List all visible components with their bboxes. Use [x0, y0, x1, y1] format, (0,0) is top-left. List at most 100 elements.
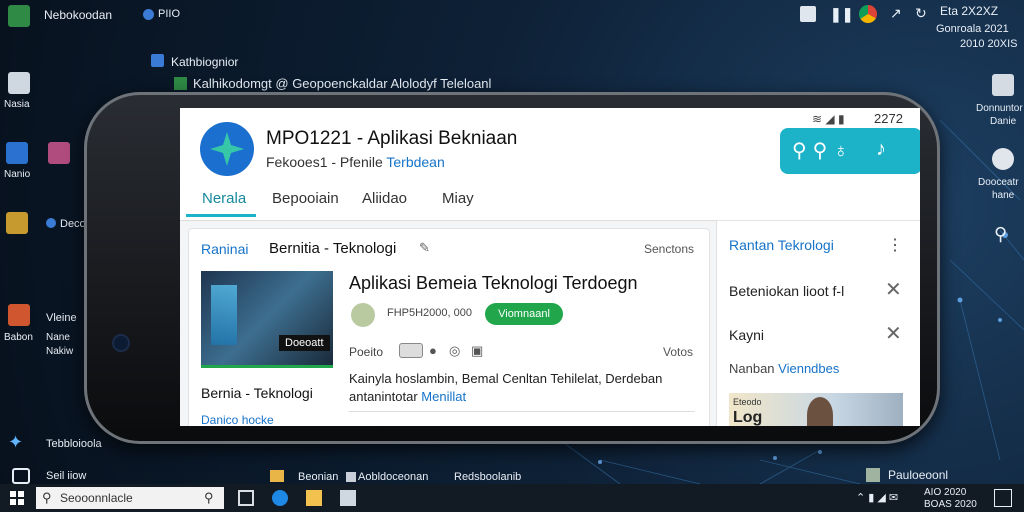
taskbar: ⚲ Seooonnlacle ⚲ ⌃ ▮ ◢ ✉ AIO 2020 BOAS 2…	[0, 484, 1024, 512]
desktop-icon-label: Danie	[990, 116, 1017, 127]
desktop-label: Aobldoceonan	[358, 471, 429, 483]
taskbar-search[interactable]: ⚲ Seooonnlacle ⚲	[36, 487, 224, 509]
desktop-icon-label: Vleine	[46, 312, 77, 324]
window-icon	[151, 54, 164, 67]
doc-icon[interactable]	[8, 72, 30, 94]
desktop-label: Nebokoodan	[44, 8, 113, 22]
thumb-label: Eteodo	[733, 397, 762, 407]
votes-label[interactable]: Votos	[663, 345, 693, 359]
side-item[interactable]: Beteniokan lioot f-l	[729, 283, 844, 299]
subtitle-link[interactable]: Terbdean	[386, 154, 444, 170]
edge-icon[interactable]	[272, 490, 288, 506]
share-icon[interactable]: ◎	[449, 343, 460, 359]
status-icons: ≋ ◢ ▮	[812, 112, 845, 126]
search-go-icon[interactable]: ⚲	[204, 490, 214, 506]
status-badge[interactable]: Viomnaanl	[485, 303, 563, 325]
edit-icon[interactable]: ✎	[419, 240, 430, 256]
video-thumbnail[interactable]: Eteodo Log	[729, 393, 903, 426]
thumb-label-large: Log	[733, 409, 763, 426]
desktop-icon-label: Donnuntor	[976, 103, 1023, 114]
tray-date: BOAS 2020	[924, 499, 977, 510]
window-icon-green	[174, 77, 187, 90]
bookmark-icon[interactable]: ▣	[471, 343, 483, 359]
archive-icon[interactable]	[6, 212, 28, 234]
side-panel: Rantan Tekrologi ⋮ Beteniokan lioot f-l …	[716, 220, 920, 426]
desktop-icon-label: Seil iiow	[46, 470, 87, 482]
status-time: 2272	[874, 111, 903, 126]
person-image	[807, 397, 833, 426]
side-panel-title[interactable]: Rantan Tekrologi	[729, 237, 834, 253]
tab-4[interactable]: Miay	[442, 190, 474, 207]
close-icon[interactable]: ✕	[885, 321, 902, 346]
side-item[interactable]: Kayni	[729, 327, 764, 343]
app-title: MPO1221 - Aplikasi Bekniaan	[266, 128, 518, 149]
chat-icon[interactable]	[12, 468, 30, 484]
share-icon[interactable]: ↻	[915, 5, 927, 22]
bell-icon[interactable]: ♪	[876, 138, 886, 161]
tray-icons[interactable]: ⌃ ▮ ◢ ✉	[856, 491, 898, 504]
windows-start-icon[interactable]	[10, 491, 24, 505]
section-label[interactable]: Raninai	[201, 241, 248, 257]
article-description: Kainyla hoslambin, Bemal Cenltan Tehilel…	[349, 371, 663, 386]
read-more-link[interactable]: Menillat	[421, 389, 466, 404]
folder-icon[interactable]	[270, 470, 284, 482]
folder-app-icon[interactable]	[48, 142, 70, 164]
thumb-light	[211, 285, 237, 345]
desktop-small-label: PIIO	[158, 8, 181, 20]
bottom-card-title[interactable]: Bernia - Teknologi	[201, 385, 313, 401]
desktop-icon-label: Tebbloioola	[46, 438, 102, 450]
article-title[interactable]: Aplikasi Bemeia Teknologi Terdoegn	[349, 273, 638, 294]
package-icon[interactable]	[8, 304, 30, 326]
app-logo	[200, 122, 254, 176]
s-app-icon[interactable]	[6, 142, 28, 164]
window-subtitle[interactable]: Kalhikodomgt @ Geopoenckaldar Alolodyf T…	[193, 76, 491, 91]
pause-icon[interactable]: ❚❚	[830, 6, 853, 23]
file-icon[interactable]	[346, 472, 356, 482]
desktop-icon-label: Nakiw	[46, 346, 74, 357]
desktop-icon-label: Nasia	[4, 99, 30, 110]
search-icon: ⚲	[42, 490, 52, 505]
search-toolbar[interactable]: ⚲⚲♁ ♪	[780, 128, 920, 174]
side-footer-link[interactable]: Vienndbes	[778, 361, 839, 376]
screen-icon[interactable]	[800, 6, 816, 22]
file-icon[interactable]	[992, 74, 1014, 96]
cursor-icon[interactable]: ↗	[890, 5, 902, 22]
puzzle-icon[interactable]: ✦	[8, 432, 23, 453]
task-view-icon[interactable]	[238, 490, 254, 506]
file-explorer-icon[interactable]	[306, 490, 322, 506]
desktop-label: Beonian	[298, 471, 339, 483]
camera-lens	[114, 336, 128, 350]
top-date-2: 2010 20XIS	[960, 38, 1018, 50]
app-icon[interactable]	[866, 468, 880, 482]
bottom-card-sub[interactable]: Danico hocke	[201, 413, 274, 426]
search-icon[interactable]: ⚲	[994, 224, 1007, 245]
top-date-1: Gonroala 2021	[936, 23, 1009, 35]
chat-bubble-icon[interactable]	[992, 148, 1014, 170]
app-icon[interactable]	[8, 5, 30, 27]
more-icon[interactable]: ⋮	[887, 235, 903, 255]
like-icon[interactable]: ●	[429, 343, 437, 358]
pin-icon	[143, 9, 154, 20]
tab-2[interactable]: Bepooiain	[272, 190, 339, 207]
search-input[interactable]: Seooonnlacle	[60, 491, 133, 505]
thumb-caption: Doeoatt	[279, 335, 330, 351]
toolbar-icons[interactable]: ⚲⚲♁	[792, 138, 854, 163]
section-action[interactable]: Senctons	[644, 242, 694, 256]
author-avatar	[351, 303, 375, 327]
notification-icon[interactable]	[994, 489, 1012, 507]
description-text: antanintotar	[349, 389, 418, 404]
desktop-icon-label: hane	[992, 190, 1015, 201]
tab-3[interactable]: Aliidao	[362, 190, 407, 207]
active-tab-indicator	[186, 214, 256, 217]
clock-top: Eta 2X2XZ	[940, 4, 999, 18]
window-title[interactable]: Kathbiognior	[171, 55, 238, 69]
video-icon[interactable]	[399, 343, 423, 358]
close-icon[interactable]: ✕	[885, 277, 902, 302]
store-icon[interactable]	[340, 490, 356, 506]
chrome-icon[interactable]	[859, 5, 877, 23]
phone-screen: ≋ ◢ ▮ 2272 MPO1221 - Aplikasi Bekniaan F…	[180, 108, 920, 426]
desktop-icon-label: Nane	[46, 332, 70, 343]
side-footer: Nanban Vienndbes	[729, 361, 839, 376]
tab-home[interactable]: Nerala	[202, 190, 246, 207]
article-thumbnail[interactable]: Doeoatt	[201, 271, 333, 368]
